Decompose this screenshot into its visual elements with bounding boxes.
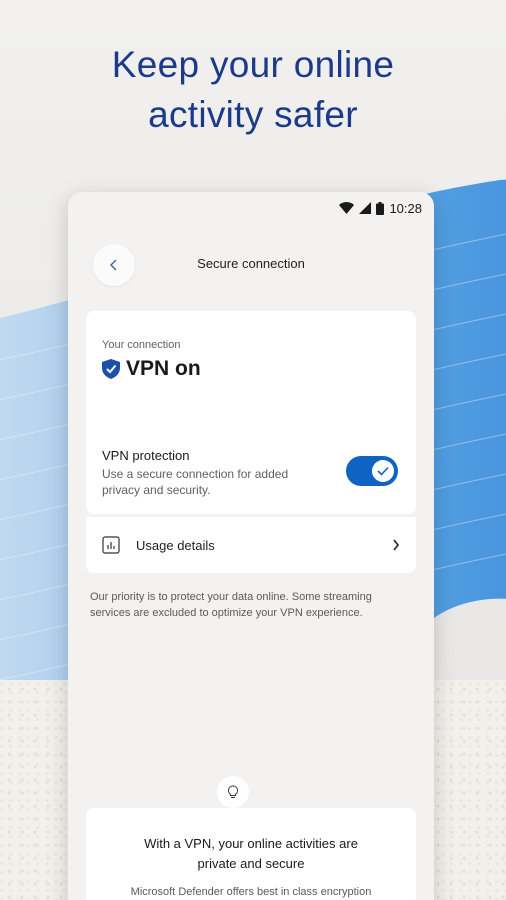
headline: Keep your online activity safer — [0, 40, 506, 140]
lightbulb-icon-badge — [217, 776, 249, 808]
signal-icon — [359, 202, 372, 214]
vpn-status-text: VPN on — [126, 357, 201, 380]
vpn-status: VPN on — [102, 357, 400, 381]
vpn-promo-card: With a VPN, your online activities are p… — [86, 808, 416, 900]
lightbulb-icon — [227, 785, 239, 798]
usage-details-label: Usage details — [136, 537, 215, 553]
connection-card: Your connection VPN on VPN protection Us… — [86, 311, 416, 514]
phone-screen: 10:28 Secure connection Your connection … — [68, 192, 434, 900]
battery-icon — [376, 201, 385, 215]
app-bar: Secure connection — [68, 224, 434, 294]
toggle-knob — [372, 460, 394, 482]
page-title: Secure connection — [197, 256, 305, 271]
status-time: 10:28 — [389, 200, 422, 216]
bar-chart-icon — [102, 536, 120, 554]
headline-line-1: Keep your online — [111, 44, 395, 85]
vpn-protection-row: VPN protection Use a secure connection f… — [102, 448, 400, 498]
status-bar: 10:28 — [68, 192, 434, 224]
chevron-right-icon — [393, 539, 400, 551]
wifi-icon — [339, 202, 355, 214]
connection-section: Your connection VPN on VPN protection Us… — [86, 311, 416, 514]
connection-caption: Your connection — [102, 339, 181, 351]
promo-title: With a VPN, your online activities are p… — [144, 836, 358, 871]
vpn-protection-description: Use a secure connection for added privac… — [102, 467, 289, 497]
check-icon — [377, 466, 389, 476]
streaming-exclusion-note: Our priority is to protect your data onl… — [90, 591, 372, 619]
usage-details-row[interactable]: Usage details — [86, 517, 416, 573]
promo-description: Microsoft Defender offers best in class … — [130, 886, 372, 898]
vpn-protection-toggle[interactable] — [346, 456, 398, 486]
headline-line-2: activity safer — [148, 94, 358, 135]
shield-check-icon — [102, 359, 120, 379]
